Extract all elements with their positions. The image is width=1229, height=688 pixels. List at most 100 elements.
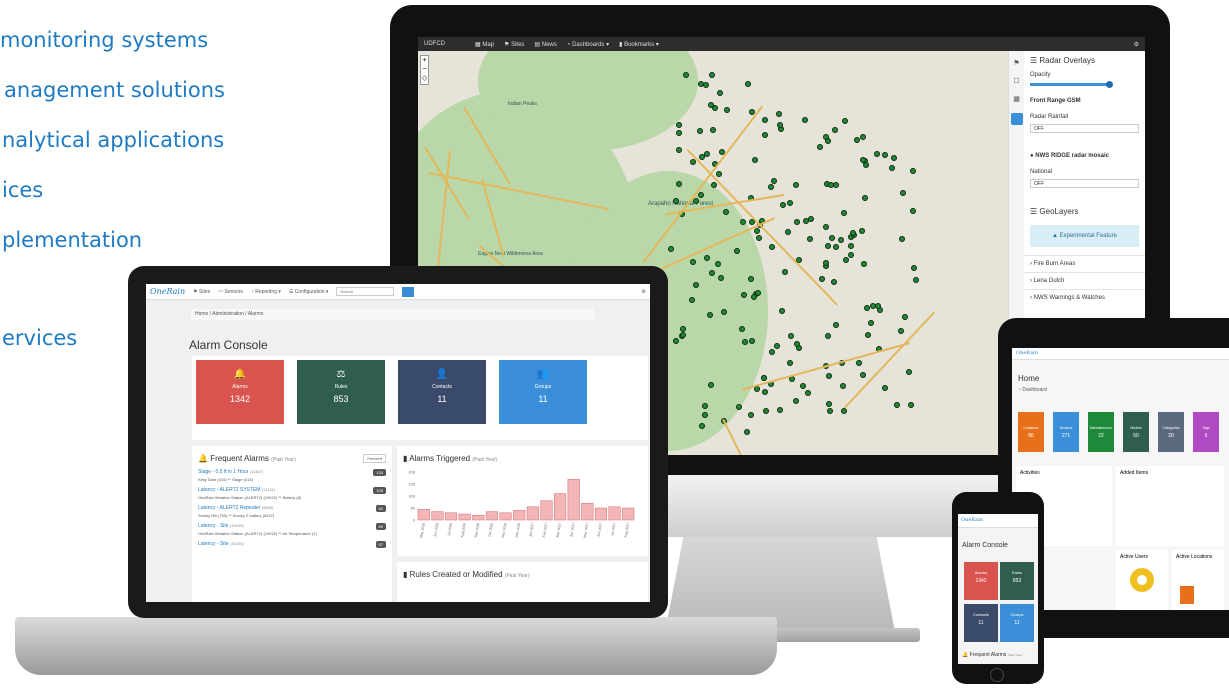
zoom-control[interactable]: + − ◇ [420, 55, 429, 85]
site-marker[interactable] [859, 133, 866, 140]
site-marker[interactable] [762, 131, 769, 138]
site-marker[interactable] [768, 244, 775, 251]
dashboard-tile[interactable]: Locations 86 [1018, 412, 1044, 452]
onerain-logo[interactable]: OneRain [150, 287, 185, 296]
grid-icon[interactable]: ▦ [1009, 95, 1024, 103]
site-marker[interactable] [712, 104, 719, 111]
groups-tile[interactable]: Groups 11 [1000, 604, 1034, 642]
site-marker[interactable] [739, 325, 746, 332]
site-marker[interactable] [898, 235, 905, 242]
site-marker[interactable] [907, 401, 914, 408]
site-marker[interactable] [735, 403, 742, 410]
site-marker[interactable] [822, 133, 829, 140]
site-marker[interactable] [761, 375, 768, 382]
chart-bar[interactable] [594, 507, 607, 521]
dashboard-tile[interactable]: Tags 6 [1193, 412, 1219, 452]
site-marker[interactable] [782, 269, 789, 276]
site-marker[interactable] [793, 397, 800, 404]
chart-bar[interactable] [513, 510, 526, 521]
dashboard-tile[interactable]: Categories 20 [1158, 412, 1184, 452]
national-select[interactable]: OFF [1030, 179, 1139, 188]
alarms-tile[interactable]: Alarms 1342 [964, 562, 998, 600]
site-marker[interactable] [769, 348, 776, 355]
site-marker[interactable] [711, 182, 718, 189]
site-marker[interactable] [792, 182, 799, 188]
site-marker[interactable] [720, 308, 727, 315]
layer-fire-burn[interactable]: › Fire Burn Areas [1024, 255, 1145, 272]
nav-news[interactable]: ▤ News [534, 41, 556, 48]
chart-bar[interactable] [554, 493, 567, 521]
site-marker[interactable] [913, 277, 920, 284]
site-marker[interactable] [863, 305, 870, 312]
nav-reporting[interactable]: ◔ Reporting ▾ [251, 289, 281, 295]
list-item[interactable]: Latency - Site (10200) OneRain Weather St… [192, 521, 392, 539]
site-marker[interactable] [863, 161, 870, 168]
nav-bookmarks[interactable]: ▮ Bookmarks ▾ [619, 41, 659, 48]
site-marker[interactable] [829, 235, 836, 242]
site-marker[interactable] [839, 382, 846, 389]
nav-sites[interactable]: ⚑ Sites [193, 289, 210, 295]
site-marker[interactable] [699, 154, 706, 161]
site-marker[interactable] [761, 117, 768, 124]
site-marker[interactable] [832, 321, 839, 328]
site-marker[interactable] [893, 401, 900, 408]
site-marker[interactable] [828, 181, 835, 188]
chart-bar[interactable] [540, 500, 553, 521]
site-marker[interactable] [831, 126, 838, 133]
chart-bar[interactable] [431, 511, 444, 521]
site-marker[interactable] [709, 127, 716, 134]
site-marker[interactable] [775, 111, 782, 118]
site-marker[interactable] [703, 82, 710, 89]
gear-icon[interactable]: ⚙ [1134, 41, 1139, 48]
site-marker[interactable] [855, 359, 862, 366]
groups-tile[interactable]: 👥 Groups 11 [499, 360, 587, 424]
site-marker[interactable] [680, 331, 687, 338]
site-marker[interactable] [843, 257, 850, 264]
site-marker[interactable] [752, 157, 759, 164]
contacts-tile[interactable]: 👤 Contacts 11 [398, 360, 486, 424]
site-marker[interactable] [891, 154, 898, 161]
site-marker[interactable] [881, 385, 888, 392]
site-marker[interactable] [824, 242, 831, 249]
site-marker[interactable] [776, 122, 783, 129]
site-marker[interactable] [675, 121, 682, 128]
site-marker[interactable] [793, 340, 800, 347]
chart-bar[interactable] [417, 508, 430, 521]
site-marker[interactable] [822, 224, 829, 231]
chart-bar[interactable] [458, 513, 471, 521]
site-marker[interactable] [696, 128, 703, 135]
site-marker[interactable] [840, 210, 847, 217]
site-marker[interactable] [847, 251, 854, 258]
site-marker[interactable] [902, 314, 909, 321]
site-marker[interactable] [825, 401, 832, 408]
site-marker[interactable] [860, 260, 867, 267]
site-marker[interactable] [692, 197, 699, 204]
search-input[interactable] [336, 287, 395, 296]
site-marker[interactable] [889, 164, 896, 171]
site-marker[interactable] [840, 407, 847, 414]
site-marker[interactable] [787, 199, 794, 206]
site-marker[interactable] [675, 180, 682, 187]
site-marker[interactable] [910, 167, 917, 174]
site-marker[interactable] [805, 390, 812, 397]
site-marker[interactable] [756, 234, 763, 241]
site-marker[interactable] [837, 237, 844, 244]
site-marker[interactable] [862, 195, 869, 202]
site-marker[interactable] [860, 371, 867, 378]
site-marker[interactable] [704, 254, 711, 261]
contacts-tile[interactable]: Contacts 11 [964, 604, 998, 642]
site-marker[interactable] [868, 320, 875, 327]
site-marker[interactable] [723, 106, 730, 113]
site-marker[interactable] [672, 197, 679, 204]
site-marker[interactable] [819, 276, 826, 283]
period-dropdown[interactable]: Period ▾ [363, 454, 386, 463]
site-marker[interactable] [689, 258, 696, 265]
site-marker[interactable] [704, 151, 711, 158]
chart-bar[interactable] [581, 502, 594, 521]
site-marker[interactable] [822, 259, 829, 266]
dashboard-tile[interactable]: Manufacturers 22 [1088, 412, 1114, 452]
site-marker[interactable] [801, 117, 808, 124]
site-marker[interactable] [675, 129, 682, 136]
site-marker[interactable] [767, 184, 774, 191]
home-button[interactable] [990, 668, 1004, 682]
